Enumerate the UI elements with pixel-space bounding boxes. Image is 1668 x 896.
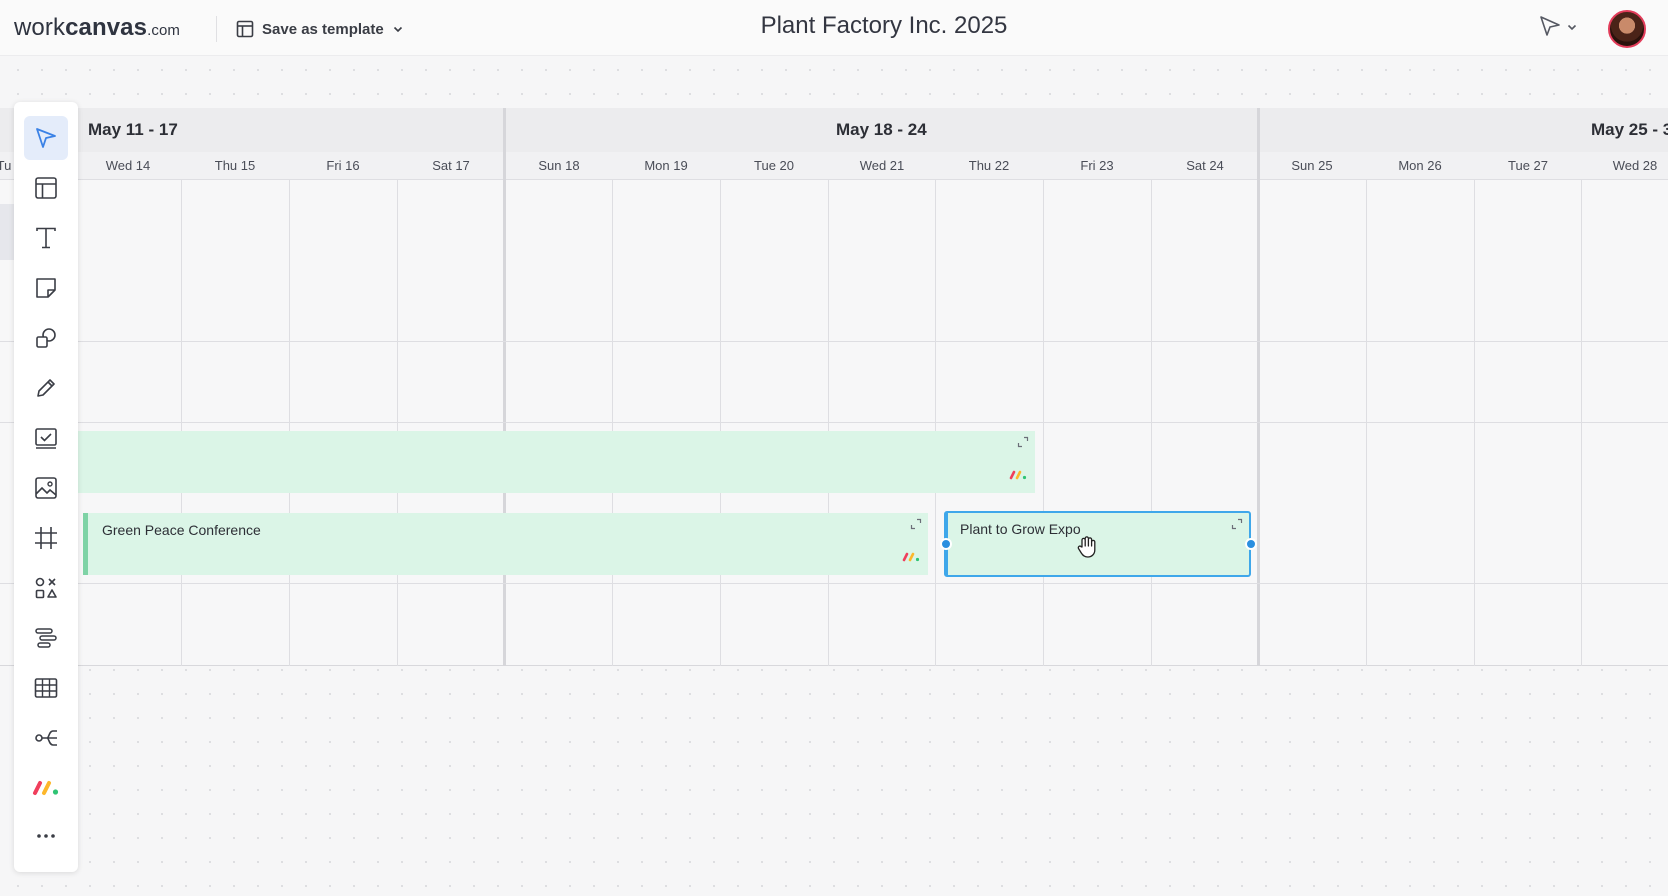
hand-cursor-icon [1076, 535, 1098, 564]
week-label: May 11 - 17 [88, 120, 178, 139]
diagram-tool-button[interactable] [24, 566, 68, 610]
expand-icon[interactable] [910, 517, 922, 530]
grid-line [289, 180, 290, 666]
week-header-row: May 11 - 17 May 18 - 24 May 25 - 3 [0, 108, 1668, 152]
grid-row-line [0, 341, 1668, 342]
sticky-note-tool-button[interactable] [24, 266, 68, 310]
table-tool-button[interactable] [24, 666, 68, 710]
day-label: Tue 20 [754, 158, 794, 173]
calendar-timeline: May 11 - 17 May 18 - 24 May 25 - 3 Tu We… [0, 108, 1668, 666]
day-header-row: Tu Wed 14 Thu 15 Fri 16 Sat 17 Sun 18 Mo… [0, 152, 1668, 180]
logo-word-work: work [14, 14, 66, 41]
table-icon [33, 675, 59, 701]
image-icon [33, 475, 59, 501]
grid-line [720, 180, 721, 666]
day-label: Fri 16 [326, 158, 360, 173]
more-tools-button[interactable] [24, 814, 68, 858]
event-bar[interactable] [78, 431, 1035, 493]
week-label: May 18 - 24 [836, 120, 927, 139]
grid-line [828, 180, 829, 666]
timeline-tool-button[interactable] [24, 616, 68, 660]
left-toolbar [14, 102, 78, 872]
day-label: Mon 19 [644, 158, 688, 173]
checklist-tool-button[interactable] [24, 416, 68, 460]
grid-line [1581, 180, 1582, 666]
header-divider [216, 16, 217, 42]
grid-line [397, 180, 398, 666]
user-avatar[interactable] [1608, 10, 1646, 48]
day-label: Wed 14 [105, 158, 151, 173]
pen-tool-button[interactable] [24, 366, 68, 410]
expand-icon[interactable] [1017, 435, 1029, 448]
share-button[interactable] [1538, 14, 1578, 43]
day-label: Sun 25 [1291, 158, 1333, 173]
monday-logo-icon [1009, 467, 1027, 485]
sticky-note-icon [33, 275, 59, 301]
monday-logo-icon [32, 779, 60, 797]
grid-line [935, 180, 936, 666]
day-label: Thu 22 [968, 158, 1010, 173]
save-as-template-label: Save as template [262, 20, 384, 38]
resize-handle-left[interactable] [940, 538, 952, 550]
templates-tool-button[interactable] [24, 166, 68, 210]
logo-domain: .com [147, 22, 180, 39]
diagram-shapes-icon [33, 575, 59, 601]
shapes-tool-button[interactable] [24, 316, 68, 360]
week-label: May 25 - 3 [1591, 120, 1668, 139]
mind-map-icon [33, 725, 59, 751]
day-label: Tue 27 [1508, 158, 1548, 173]
monday-logo-icon [902, 549, 920, 567]
chevron-down-icon [392, 23, 404, 35]
grid-row-line [0, 422, 1668, 423]
grid-row-line [0, 583, 1668, 584]
mind-map-tool-button[interactable] [24, 716, 68, 760]
more-icon [33, 823, 59, 849]
expand-icon[interactable] [1231, 517, 1243, 530]
send-icon [1538, 14, 1562, 43]
event-title: Plant to Grow Expo [960, 521, 1081, 537]
event-green-peace-conference[interactable]: Green Peace Conference [83, 513, 928, 575]
timeline-icon [33, 625, 59, 651]
grid-line [1151, 180, 1152, 666]
grid-line [612, 180, 613, 666]
day-label: Wed 28 [1612, 158, 1658, 173]
day-label: Sat 24 [1186, 158, 1224, 173]
shapes-icon [33, 325, 59, 351]
day-label: Fri 23 [1080, 158, 1114, 173]
grid-line [1043, 180, 1044, 666]
day-label: Sat 17 [432, 158, 470, 173]
grid-line [181, 180, 182, 666]
frame-tool-button[interactable] [24, 516, 68, 560]
select-pointer-icon [33, 125, 59, 151]
text-tool-button[interactable] [24, 216, 68, 260]
layout-template-icon [33, 175, 59, 201]
logo-word-canvas: canvas [65, 14, 148, 41]
workcanvas-logo[interactable]: workcanvas.com [14, 14, 180, 42]
template-icon [236, 20, 254, 38]
grid-line [1474, 180, 1475, 666]
top-header: workcanvas.com Save as template Plant Fa… [0, 0, 1668, 56]
frame-icon [33, 525, 59, 551]
checklist-icon [33, 425, 59, 451]
day-label: Thu 15 [214, 158, 256, 173]
chevron-down-icon [1566, 20, 1578, 38]
image-tool-button[interactable] [24, 466, 68, 510]
monday-integration-button[interactable] [24, 766, 68, 810]
day-label: Wed 21 [859, 158, 905, 173]
text-icon [33, 225, 59, 251]
board-title[interactable]: Plant Factory Inc. 2025 [684, 12, 1084, 40]
event-title: Green Peace Conference [102, 522, 261, 538]
calendar-grid[interactable] [0, 180, 1668, 666]
select-tool-button[interactable] [24, 116, 68, 160]
pen-icon [33, 375, 59, 401]
day-label: Mon 26 [1398, 158, 1442, 173]
grid-line [1366, 180, 1367, 666]
event-plant-to-grow-expo[interactable]: Plant to Grow Expo [940, 511, 1257, 577]
resize-handle-right[interactable] [1245, 538, 1257, 550]
day-label: Sun 18 [538, 158, 580, 173]
save-as-template-button[interactable]: Save as template [236, 16, 404, 42]
